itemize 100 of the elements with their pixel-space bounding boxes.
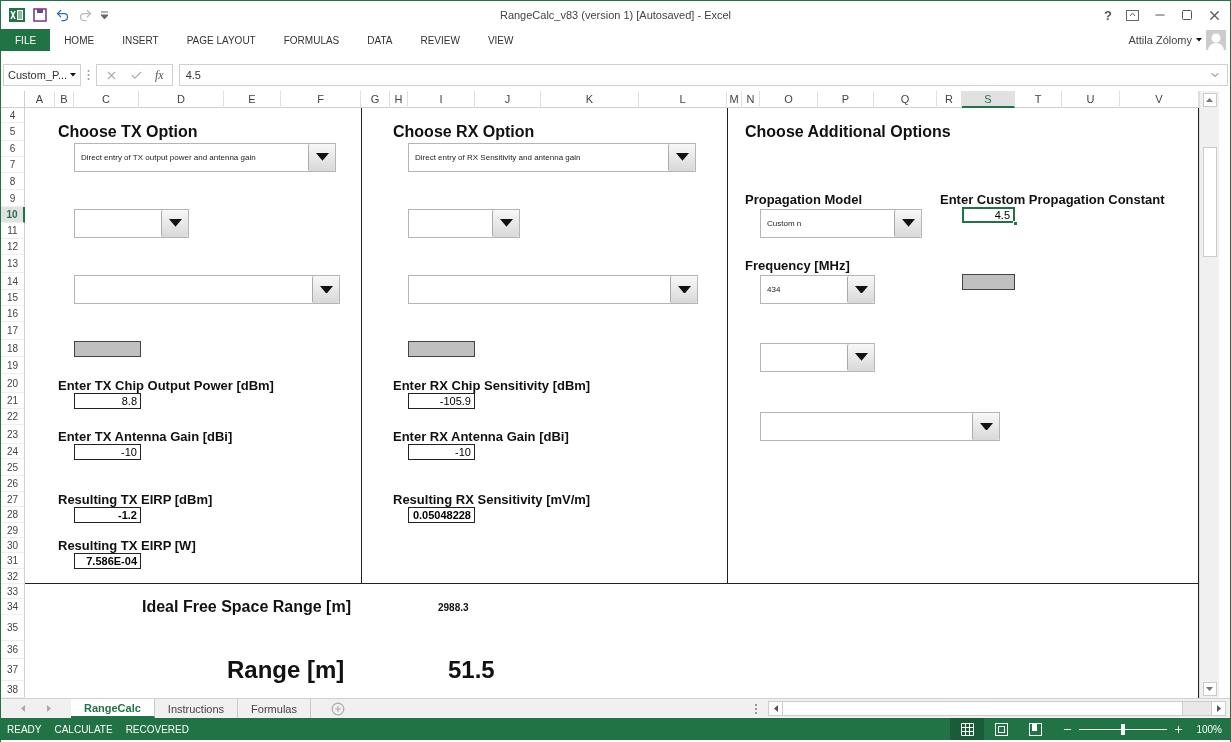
- column-header[interactable]: E: [224, 91, 281, 108]
- row-header[interactable]: 30: [1, 538, 25, 553]
- insert-function-button[interactable]: fx: [155, 67, 164, 83]
- dropdown-button[interactable]: [161, 209, 188, 237]
- column-header[interactable]: G: [361, 91, 390, 108]
- row-header[interactable]: 24: [1, 444, 25, 459]
- column-header[interactable]: A: [25, 91, 55, 108]
- row-header[interactable]: 22: [1, 409, 25, 425]
- row-header[interactable]: 35: [1, 615, 25, 641]
- ribbon-tab[interactable]: VIEW: [473, 29, 528, 51]
- undo-icon[interactable]: [55, 7, 70, 23]
- dropdown-button[interactable]: [670, 276, 697, 303]
- maximize-icon[interactable]: [1181, 9, 1193, 21]
- row-header[interactable]: 23: [1, 425, 25, 444]
- row-header[interactable]: 6: [1, 141, 25, 157]
- scroll-thumb[interactable]: [783, 702, 1183, 715]
- dropdown-button[interactable]: [308, 143, 335, 171]
- sheet-tab[interactable]: RangeCalc: [71, 699, 155, 718]
- zoom-in-icon[interactable]: [1173, 723, 1185, 735]
- name-box[interactable]: Custom_P...: [3, 64, 81, 86]
- dropdown-button[interactable]: [972, 413, 999, 440]
- column-header[interactable]: F: [281, 91, 361, 108]
- view-button[interactable]: [950, 718, 985, 740]
- row-header[interactable]: 26: [1, 476, 25, 492]
- option-dropdown[interactable]: Direct entry of RX Sensitivity and antenna gain: [408, 142, 696, 172]
- dropdown-button[interactable]: [847, 343, 874, 371]
- row-header[interactable]: 29: [1, 523, 25, 538]
- input-cell[interactable]: -10: [74, 443, 141, 460]
- column-header[interactable]: M: [727, 91, 742, 108]
- input-cell[interactable]: -105.9: [408, 393, 475, 409]
- ribbon-tab[interactable]: FORMULAS: [269, 29, 354, 51]
- file-tab[interactable]: FILE: [1, 29, 51, 51]
- scroll-up-icon[interactable]: [1206, 98, 1213, 102]
- row-header[interactable]: 7: [1, 157, 25, 173]
- option-dropdown[interactable]: Direct entry of TX output power and antenna gain: [74, 142, 336, 172]
- column-header[interactable]: C: [74, 91, 139, 108]
- column-header[interactable]: V: [1120, 91, 1199, 108]
- row-header[interactable]: 14: [1, 273, 25, 290]
- column-header[interactable]: U: [1062, 91, 1120, 108]
- column-header[interactable]: I: [408, 91, 475, 108]
- row-header[interactable]: 9: [1, 190, 25, 207]
- horizontal-scrollbar[interactable]: [768, 701, 1226, 716]
- propagation-dropdown[interactable]: Custom n: [760, 208, 922, 238]
- scroll-right-icon[interactable]: [1216, 705, 1221, 712]
- row-header[interactable]: 4: [1, 108, 25, 123]
- row-header[interactable]: 19: [1, 357, 25, 374]
- save-icon[interactable]: [33, 8, 47, 22]
- column-header[interactable]: O: [760, 91, 818, 108]
- row-header[interactable]: 37: [1, 659, 25, 681]
- ribbon-tab[interactable]: HOME: [50, 29, 109, 51]
- row-header[interactable]: 33: [1, 584, 25, 599]
- dropdown-button[interactable]: [894, 209, 921, 237]
- column-header[interactable]: T: [1015, 91, 1062, 108]
- ribbon-tab[interactable]: REVIEW: [406, 29, 474, 51]
- column-header[interactable]: K: [541, 91, 639, 108]
- customize-icon[interactable]: [101, 11, 108, 19]
- row-header[interactable]: 27: [1, 492, 25, 507]
- column-header[interactable]: B: [55, 91, 74, 108]
- column-header[interactable]: P: [818, 91, 874, 108]
- dropdown-button[interactable]: [492, 209, 519, 237]
- ribbon-tab[interactable]: DATA: [353, 29, 407, 51]
- ribbon-tab[interactable]: INSERT: [108, 29, 173, 51]
- row-header[interactable]: 11: [1, 223, 25, 239]
- row-header[interactable]: 34: [1, 599, 25, 615]
- column-header[interactable]: J: [475, 91, 541, 108]
- scroll-down-icon[interactable]: [1206, 687, 1213, 691]
- column-header[interactable]: H: [390, 91, 408, 108]
- input-cell[interactable]: -10: [408, 443, 475, 460]
- row-header[interactable]: 10: [1, 207, 25, 223]
- vertical-scrollbar[interactable]: [1199, 91, 1219, 698]
- row-header[interactable]: 38: [1, 681, 25, 698]
- input-cell[interactable]: 8.8: [74, 393, 141, 409]
- row-header[interactable]: 16: [1, 306, 25, 322]
- row-header[interactable]: 18: [1, 340, 25, 357]
- help-button[interactable]: ?: [1104, 7, 1112, 23]
- row-header[interactable]: 31: [1, 553, 25, 569]
- user-name[interactable]: Attila Zólomy: [1128, 34, 1192, 46]
- row-header[interactable]: 25: [1, 459, 25, 476]
- row-header[interactable]: 32: [1, 569, 25, 584]
- dropdown-button[interactable]: [312, 276, 339, 303]
- frequency-dropdown[interactable]: 434: [760, 275, 875, 304]
- column-header[interactable]: D: [139, 91, 224, 108]
- zoom-thumb[interactable]: [1121, 723, 1126, 735]
- ribbon-tab[interactable]: PAGE LAYOUT: [172, 29, 270, 51]
- column-header[interactable]: Q: [874, 91, 937, 108]
- row-header[interactable]: 17: [1, 322, 25, 340]
- formula-field[interactable]: 4.5: [178, 64, 1228, 86]
- row-header[interactable]: 28: [1, 507, 25, 523]
- row-header[interactable]: 8: [1, 173, 25, 190]
- column-header[interactable]: R: [937, 91, 962, 108]
- scroll-left-icon[interactable]: [773, 705, 778, 712]
- column-header[interactable]: L: [639, 91, 727, 108]
- ribbon-display-icon[interactable]: [1126, 9, 1139, 21]
- row-header[interactable]: 15: [1, 290, 25, 306]
- dropdown-button[interactable]: [668, 143, 695, 171]
- row-header[interactable]: 21: [1, 393, 25, 409]
- row-header[interactable]: 5: [1, 123, 25, 141]
- row-header[interactable]: 20: [1, 374, 25, 393]
- zoom-level[interactable]: 100%: [1196, 723, 1222, 735]
- row-header[interactable]: 36: [1, 641, 25, 659]
